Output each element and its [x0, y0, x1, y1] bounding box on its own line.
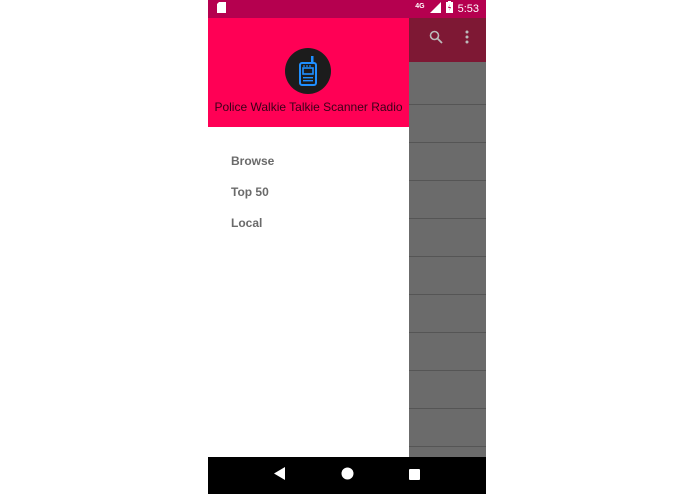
network-type: 4G — [415, 2, 425, 10]
system-nav-bar — [208, 457, 486, 494]
list-divider — [409, 218, 486, 219]
list-divider — [409, 294, 486, 295]
sim-card-icon — [217, 0, 226, 18]
menu-item-browse[interactable]: Browse — [208, 146, 409, 177]
home-icon[interactable] — [341, 467, 354, 485]
list-divider — [409, 408, 486, 409]
walkie-talkie-icon — [285, 48, 331, 94]
menu-item-local[interactable]: Local — [208, 208, 409, 239]
menu-item-top-50[interactable]: Top 50 — [208, 177, 409, 208]
search-icon[interactable] — [429, 30, 443, 49]
drawer-menu: Browse Top 50 Local — [208, 127, 409, 239]
list-divider — [409, 370, 486, 371]
list-divider — [409, 104, 486, 105]
battery-charging-icon — [445, 0, 453, 18]
navigation-drawer: Police Walkie Talkie Scanner Radio Brows… — [208, 18, 409, 457]
list-divider — [409, 180, 486, 181]
recents-icon[interactable] — [409, 467, 421, 485]
status-bar: 4G 5:53 — [208, 0, 486, 18]
list-divider — [409, 332, 486, 333]
phone-screen: 4G 5:53 Police Walkie Talkie Scanner Rad… — [208, 0, 486, 494]
list-divider — [409, 142, 486, 143]
status-indicators: 4G 5:53 — [415, 0, 479, 18]
list-divider — [409, 446, 486, 447]
drawer-title: Police Walkie Talkie Scanner Radio — [214, 100, 403, 114]
signal-icon — [429, 0, 441, 18]
more-vert-icon[interactable] — [465, 30, 469, 49]
drawer-header: Police Walkie Talkie Scanner Radio — [208, 18, 409, 127]
list-divider — [409, 256, 486, 257]
back-icon[interactable] — [273, 466, 286, 485]
clock: 5:53 — [457, 3, 479, 15]
